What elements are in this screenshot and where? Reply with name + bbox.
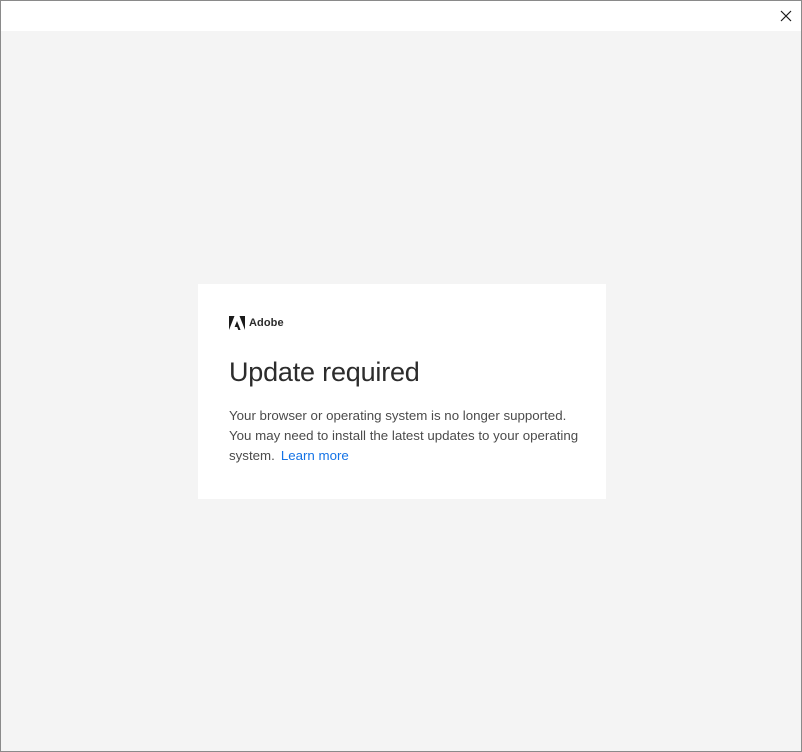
learn-more-link[interactable]: Learn more <box>281 448 349 463</box>
dialog-window: Adobe Update required Your browser or op… <box>0 0 802 752</box>
title-bar <box>1 1 801 31</box>
adobe-logo-icon <box>229 316 245 330</box>
message-line-last: system. Learn more <box>229 446 575 466</box>
brand-name: Adobe <box>249 317 284 329</box>
message-line-text: system. <box>229 448 275 463</box>
message-line: Your browser or operating system is no l… <box>229 408 567 423</box>
close-button[interactable] <box>771 1 801 31</box>
update-card: Adobe Update required Your browser or op… <box>198 284 606 499</box>
brand: Adobe <box>229 315 575 331</box>
close-icon <box>780 10 792 22</box>
message: Your browser or operating system is no l… <box>229 406 579 466</box>
page-title: Update required <box>229 357 420 387</box>
message-line: You may need to install the latest updat… <box>229 428 579 443</box>
content-area: Adobe Update required Your browser or op… <box>1 31 801 751</box>
